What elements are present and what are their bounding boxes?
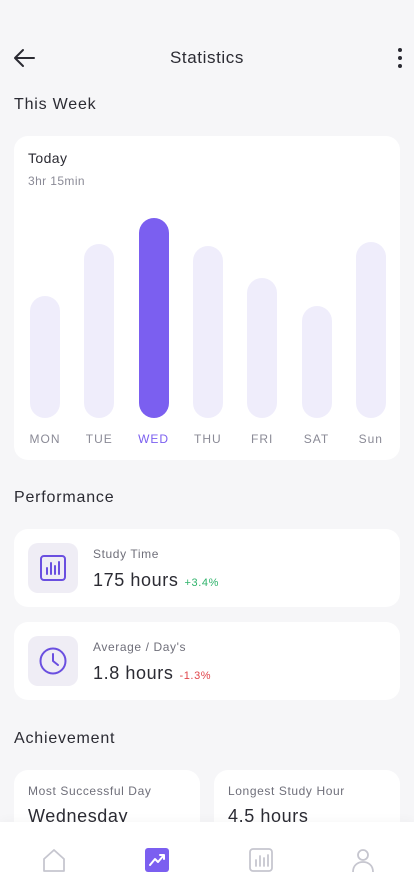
report-icon — [249, 848, 273, 872]
tab-profile[interactable] — [343, 844, 383, 876]
study-time-label: Study Time — [93, 547, 160, 561]
day-label-mon: MON — [29, 432, 61, 446]
achievement-heading: Achievement — [14, 730, 116, 747]
day-label-tue: TUE — [85, 432, 113, 446]
performance-heading: Performance — [14, 489, 115, 506]
average-icon-box — [28, 636, 78, 686]
today-value: 3hr 15min — [28, 174, 85, 188]
chart-bar-wed[interactable] — [138, 218, 169, 418]
chart-bar-fri[interactable] — [247, 278, 278, 418]
day-label-fri: FRI — [251, 432, 274, 446]
day-label-sun: Sun — [358, 432, 383, 446]
bar-chart-icon — [40, 555, 66, 581]
chart-bar-mon[interactable] — [30, 296, 60, 418]
trending-chart-icon — [145, 848, 169, 872]
longest-study-hour-label: Longest Study Hour — [228, 784, 345, 798]
today-label: Today — [28, 150, 68, 166]
study-time-card[interactable]: Study Time 175 hours +3.4% — [14, 529, 400, 607]
study-time-value: 175 hours +3.4% — [93, 570, 219, 591]
chart-bar-sat[interactable] — [301, 306, 332, 418]
page-title: Statistics — [169, 48, 245, 67]
day-label-sat: SAT — [303, 432, 330, 446]
weekly-chart-card: Today 3hr 15min MON TUE WED THU FRI SAT Sun — [14, 136, 400, 460]
average-label: Average / Day's — [93, 640, 187, 654]
average-change: -1.3% — [179, 670, 212, 682]
study-time-change: +3.4% — [184, 577, 219, 589]
average-value: 1.8 hours -1.3% — [93, 663, 211, 684]
bottom-tab-bar — [0, 822, 414, 896]
study-time-icon-box — [28, 543, 78, 593]
tab-statistics[interactable] — [137, 844, 177, 876]
day-label-wed: WED — [138, 432, 170, 446]
profile-icon — [352, 849, 374, 873]
average-amount: 1.8 hours — [93, 663, 174, 683]
tab-reports[interactable] — [241, 844, 281, 876]
most-successful-day-label: Most Successful Day — [28, 784, 152, 798]
chart-bar-sun[interactable] — [355, 242, 386, 418]
clock-icon — [39, 647, 67, 675]
this-week-heading: This Week — [14, 96, 97, 113]
chart-bar-thu[interactable] — [192, 246, 223, 418]
study-time-amount: 175 hours — [93, 570, 179, 590]
home-icon — [43, 849, 65, 872]
tab-home[interactable] — [34, 844, 74, 876]
more-vertical-icon — [398, 48, 402, 68]
average-per-day-card[interactable]: Average / Day's 1.8 hours -1.3% — [14, 622, 400, 700]
chart-bar-tue[interactable] — [84, 244, 115, 418]
more-menu-button[interactable] — [392, 44, 408, 72]
day-label-thu: THU — [194, 432, 222, 446]
